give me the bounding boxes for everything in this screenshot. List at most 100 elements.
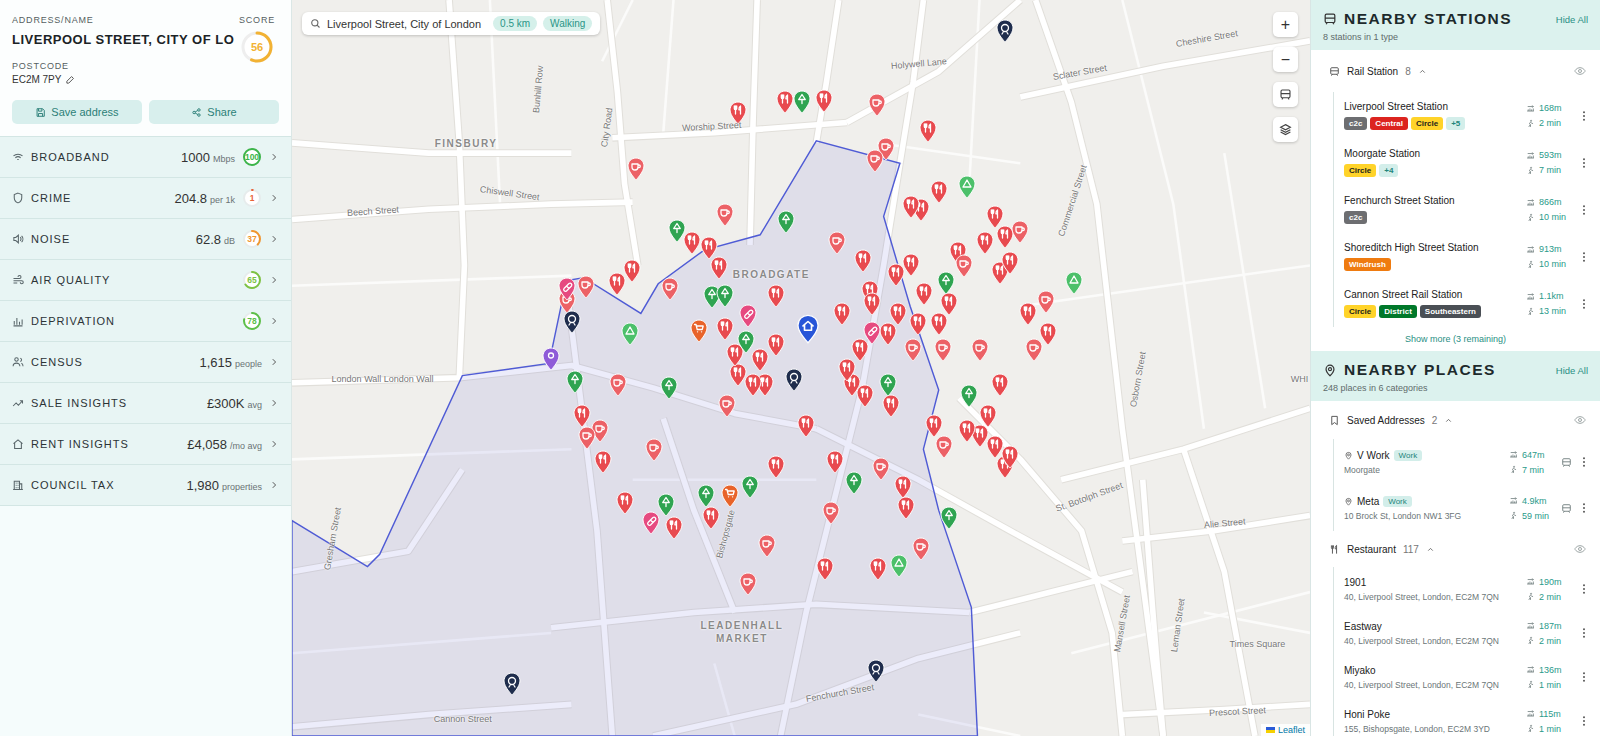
food-marker[interactable] [909, 312, 927, 336]
food-marker[interactable] [991, 373, 1009, 397]
food-marker[interactable] [744, 373, 762, 397]
food-marker[interactable] [863, 292, 881, 316]
eye-icon[interactable] [1574, 543, 1586, 555]
cafe-marker[interactable] [1011, 220, 1029, 244]
food-marker[interactable] [729, 363, 747, 387]
food-marker[interactable] [767, 455, 785, 479]
food-marker[interactable] [608, 272, 626, 296]
food-marker[interactable] [716, 317, 734, 341]
food-marker[interactable] [889, 302, 907, 326]
park-marker[interactable] [737, 330, 755, 354]
food-marker[interactable] [925, 414, 943, 438]
place-item[interactable]: Miyako40, Liverpool Street, London, EC2M… [1333, 655, 1600, 699]
park-marker[interactable] [793, 90, 811, 114]
metric-row[interactable]: AIR QUALITY65 [0, 260, 291, 301]
park-marker[interactable] [657, 493, 675, 517]
postcode[interactable]: EC2M 7PY [12, 74, 234, 85]
search-chip[interactable]: 0.5 km [493, 16, 537, 31]
place-group[interactable]: Saved Addresses2 [1311, 401, 1600, 439]
home-marker[interactable] [796, 314, 820, 344]
sport-marker[interactable] [890, 554, 908, 578]
park-marker[interactable] [660, 376, 678, 400]
food-marker[interactable] [996, 225, 1014, 249]
cafe-marker[interactable] [645, 438, 663, 462]
pharmacy-marker[interactable] [863, 321, 881, 345]
metric-row[interactable]: CENSUS1,615people [0, 342, 291, 383]
metric-row[interactable]: COUNCIL TAX1,980properties [0, 465, 291, 506]
food-marker[interactable] [665, 516, 683, 540]
food-marker[interactable] [702, 506, 720, 530]
map[interactable]: FINSBURYBROADGATELEADENHALL MARKETCity R… [292, 0, 1310, 736]
food-marker[interactable] [710, 256, 728, 280]
pharmacy-marker[interactable] [739, 304, 757, 328]
station-marker[interactable] [996, 19, 1014, 43]
food-marker[interactable] [776, 90, 794, 114]
food-marker[interactable] [894, 475, 912, 499]
cafe-marker[interactable] [872, 457, 890, 481]
more-icon[interactable] [1582, 298, 1586, 310]
food-marker[interactable] [826, 450, 844, 474]
park-marker[interactable] [777, 210, 795, 234]
food-marker[interactable] [838, 358, 856, 382]
cafe-marker[interactable] [955, 254, 973, 278]
park-marker[interactable] [716, 284, 734, 308]
food-marker[interactable] [683, 231, 701, 255]
food-marker[interactable] [1001, 251, 1019, 275]
food-marker[interactable] [976, 231, 994, 255]
cafe-marker[interactable] [1037, 290, 1055, 314]
place-item[interactable]: MetaWork10 Brock St, London NW1 3FG4.9km… [1333, 485, 1600, 531]
station-item[interactable]: Fenchurch Street Stationc2c866m10 min [1333, 186, 1600, 233]
food-marker[interactable] [887, 263, 905, 287]
food-marker[interactable] [797, 414, 815, 438]
food-marker[interactable] [573, 404, 591, 428]
food-marker[interactable] [856, 384, 874, 408]
cafe-marker[interactable] [904, 338, 922, 362]
more-icon[interactable] [1582, 204, 1586, 216]
food-marker[interactable] [751, 348, 769, 372]
food-marker[interactable] [902, 195, 920, 219]
hide-all-button[interactable]: Hide All [1556, 14, 1588, 25]
metric-row[interactable]: CRIME204.8per 1k1 [0, 178, 291, 219]
park-marker[interactable] [566, 370, 584, 394]
commute-icon[interactable] [1561, 503, 1572, 514]
more-icon[interactable] [1582, 157, 1586, 169]
more-icon[interactable] [1582, 251, 1586, 263]
show-more-button[interactable]: Show more (3 remaining) [1311, 327, 1600, 351]
cafe-marker[interactable] [578, 426, 596, 450]
cafe-marker[interactable] [758, 534, 776, 558]
park-marker[interactable] [879, 373, 897, 397]
shop-marker[interactable] [690, 319, 708, 343]
more-icon[interactable] [1582, 456, 1586, 468]
more-icon[interactable] [1582, 110, 1586, 122]
eye-icon[interactable] [1574, 414, 1586, 426]
map-search[interactable]: Liverpool Street, City of London0.5 kmWa… [302, 12, 600, 35]
food-marker[interactable] [919, 119, 937, 143]
shop-marker[interactable] [721, 484, 739, 508]
place-item[interactable]: Honi Poke155, Bishopsgate, London, EC2M … [1333, 699, 1600, 736]
food-marker[interactable] [616, 491, 634, 515]
food-marker[interactable] [700, 236, 718, 260]
cafe-marker[interactable] [627, 157, 645, 181]
cafe-marker[interactable] [866, 149, 884, 173]
food-marker[interactable] [979, 404, 997, 428]
food-marker[interactable] [833, 302, 851, 326]
map-attribution[interactable]: Leaflet [1261, 724, 1310, 736]
cafe-marker[interactable] [828, 231, 846, 255]
food-marker[interactable] [882, 394, 900, 418]
food-marker[interactable] [897, 496, 915, 520]
chevron-up-icon[interactable] [1426, 545, 1435, 554]
zoom-out-button[interactable]: − [1273, 47, 1298, 72]
park-marker[interactable] [845, 471, 863, 495]
food-marker[interactable] [816, 557, 834, 581]
food-marker[interactable] [930, 180, 948, 204]
food-marker[interactable] [767, 284, 785, 308]
station-item[interactable]: Shoreditch High Street StationWindrush91… [1333, 233, 1600, 280]
park-marker[interactable] [697, 484, 715, 508]
place-item[interactable]: 190140, Liverpool Street, London, EC2M 7… [1333, 567, 1600, 611]
metric-row[interactable]: RENT INSIGHTS£4,058/mo avg [0, 424, 291, 465]
pharmacy-marker[interactable] [558, 277, 576, 301]
search-chip[interactable]: Walking [543, 16, 592, 31]
cafe-marker[interactable] [934, 338, 952, 362]
metric-row[interactable]: SALE INSIGHTS£300Kavg [0, 383, 291, 424]
food-marker[interactable] [767, 333, 785, 357]
